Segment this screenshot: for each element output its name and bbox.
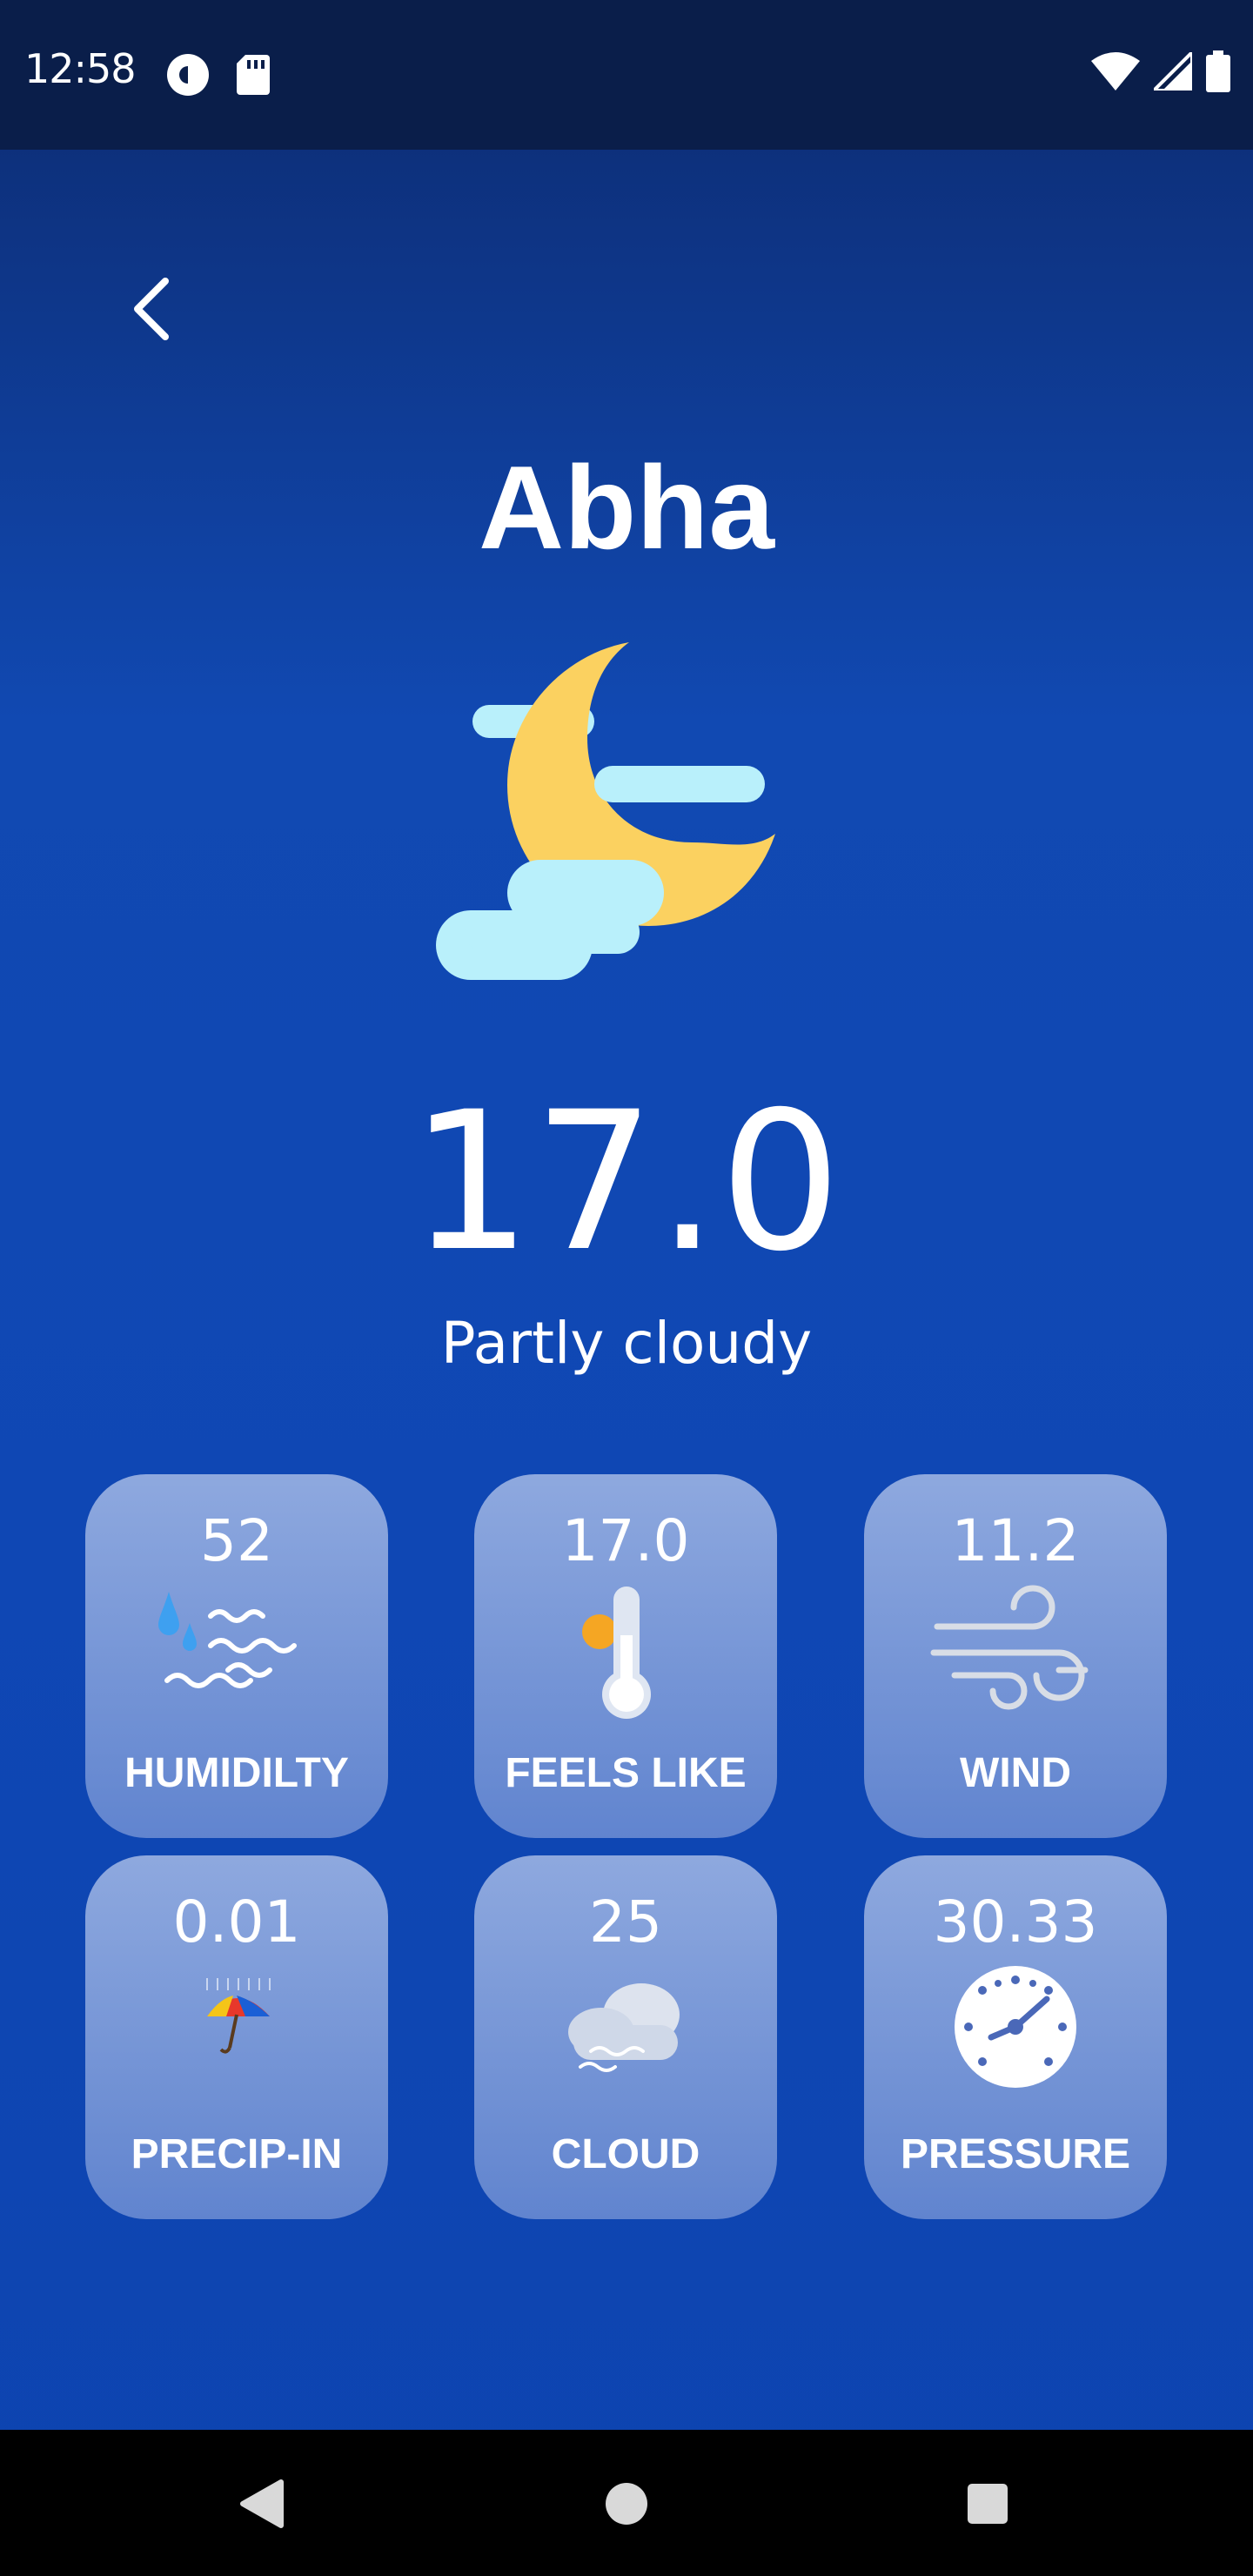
condition-text: Partly cloudy	[440, 1310, 813, 1377]
humidity-icon	[158, 1592, 297, 1688]
precip-label: PRECIP-IN	[131, 2131, 343, 2177]
pressure-label: PRESSURE	[900, 2131, 1131, 2177]
tile-cloud[interactable]: 25 CLOUD	[474, 1855, 777, 2219]
tile-wind[interactable]: 11.2 WIND	[864, 1474, 1167, 1838]
status-right-icons	[1091, 50, 1230, 92]
cloud-value: 25	[589, 1888, 662, 1955]
nav-recents-button[interactable]	[948, 2465, 1027, 2543]
moon-cloud-icon	[436, 642, 775, 980]
nav-back-button[interactable]	[222, 2465, 300, 2543]
cloud-fog-icon	[568, 1983, 680, 2072]
pressure-gauge-icon	[955, 1966, 1076, 2088]
tile-precip[interactable]: 0.01 PRECIP-IN	[85, 1855, 388, 2219]
temperature-value: 17.0	[410, 1070, 843, 1293]
tile-humidity[interactable]: 52 HUMIDILTY	[85, 1474, 388, 1838]
sd-card-icon	[237, 55, 270, 95]
recents-square-icon	[968, 2484, 1008, 2524]
thermometer-icon	[582, 1587, 651, 1719]
wind-value: 11.2	[951, 1507, 1080, 1574]
signal-icon	[1154, 52, 1192, 91]
battery-icon	[1206, 50, 1230, 92]
status-time: 12:58	[24, 45, 137, 92]
precip-value: 0.01	[172, 1888, 301, 1955]
humidity-value: 52	[200, 1507, 273, 1574]
cloud-label: CLOUD	[551, 2131, 700, 2177]
back-button[interactable]	[122, 274, 183, 344]
status-bar: 12:58	[0, 0, 1253, 150]
status-left-icons	[165, 52, 270, 97]
system-nav-bar	[0, 2430, 1253, 2576]
feels-like-label: FEELS LIKE	[505, 1750, 747, 1796]
pressure-value: 30.33	[933, 1888, 1098, 1955]
wind-icon	[930, 1585, 1089, 1710]
umbrella-rain-icon	[206, 1978, 271, 2054]
tile-feels-like[interactable]: 17.0 FEELS LIKE	[474, 1474, 777, 1838]
city-title: Abha	[479, 441, 774, 574]
feels-like-value: 17.0	[561, 1507, 690, 1574]
nav-home-button[interactable]	[587, 2465, 666, 2543]
chevron-left-icon	[134, 278, 169, 340]
humidity-label: HUMIDILTY	[124, 1750, 349, 1796]
wifi-icon	[1091, 52, 1140, 91]
back-triangle-icon	[240, 2479, 284, 2528]
pocket-casts-icon	[167, 54, 209, 96]
tile-pressure[interactable]: 30.33 PRESSURE	[864, 1855, 1167, 2219]
home-circle-icon	[606, 2483, 647, 2525]
wind-label: WIND	[960, 1750, 1071, 1796]
